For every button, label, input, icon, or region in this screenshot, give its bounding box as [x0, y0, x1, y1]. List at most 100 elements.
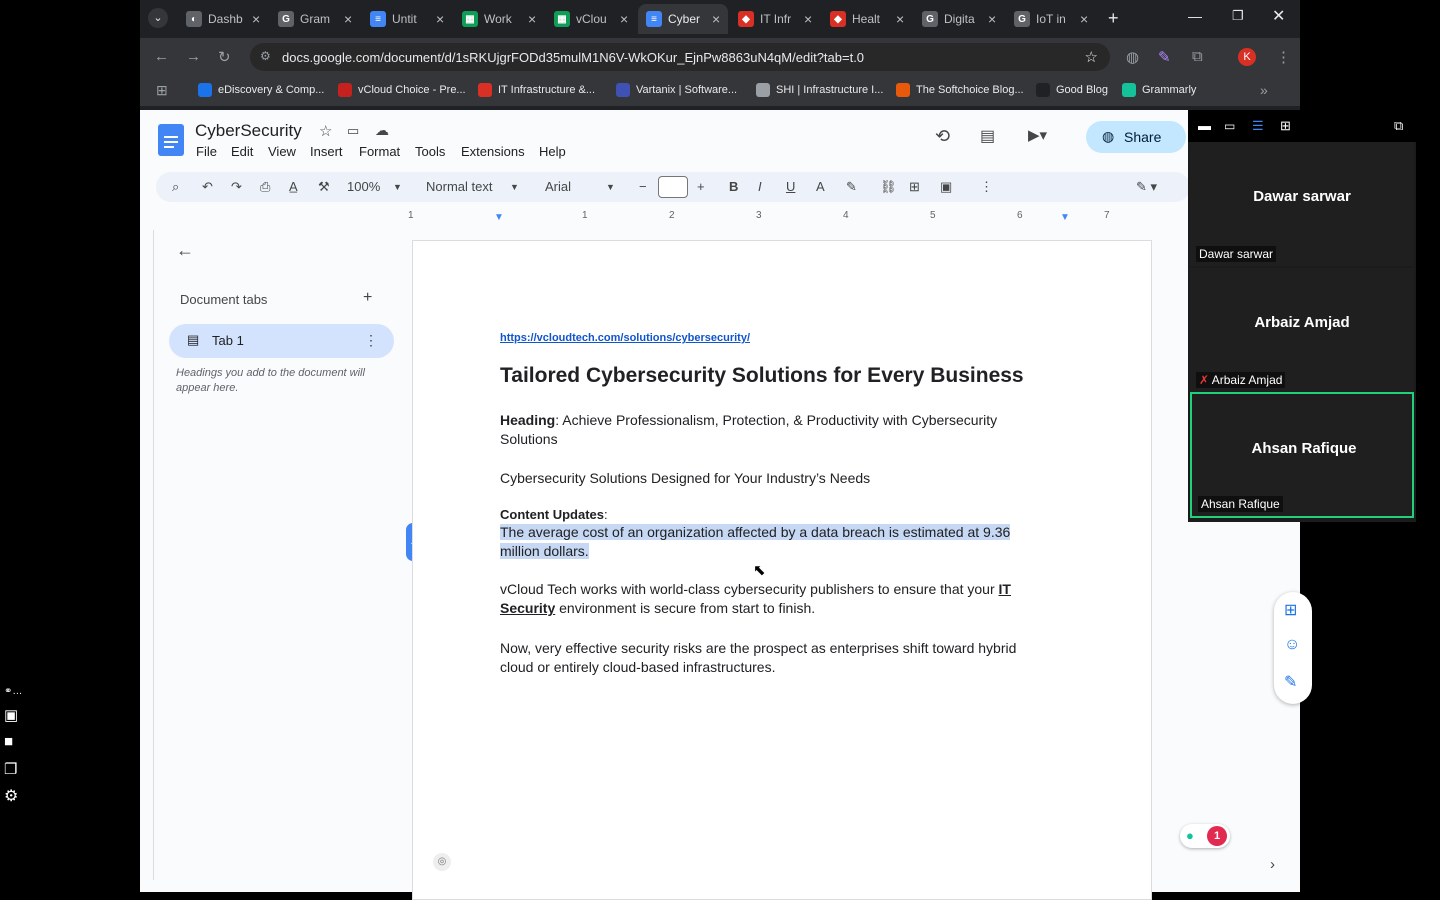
version-history-icon[interactable]: ⟲ — [935, 126, 950, 147]
bookmark-item[interactable]: Good Blog — [1036, 83, 1108, 97]
forward-icon[interactable]: → — [186, 48, 201, 65]
bookmark-item[interactable]: vCloud Choice - Pre... — [338, 83, 466, 97]
browser-tab[interactable]: G Digita × — [914, 6, 1004, 32]
bookmark-item[interactable]: SHI | Infrastructure I... — [756, 83, 883, 97]
close-tab-icon[interactable]: × — [988, 11, 996, 27]
expand-side-panel-icon[interactable]: › — [1270, 856, 1275, 873]
comments-icon[interactable]: ▤ — [980, 126, 995, 146]
search-menus-icon[interactable]: ⌕ — [172, 179, 179, 195]
paint-format-icon[interactable]: ⚒ — [318, 179, 330, 195]
strip-view-icon[interactable]: ☰ — [1252, 118, 1264, 134]
extensions-icon[interactable]: ⧉ — [1192, 48, 1203, 65]
bookmark-item[interactable]: eDiscovery & Comp... — [198, 83, 324, 97]
tab-options-icon[interactable]: ⋮ — [364, 332, 378, 349]
speaker-view-icon[interactable]: ▭ — [1224, 119, 1235, 133]
underline-icon[interactable]: U — [786, 179, 795, 194]
browser-tab[interactable]: ◆ Healt × — [822, 6, 912, 32]
text-color-icon[interactable]: A — [816, 179, 825, 194]
zoom-select[interactable]: 100% — [347, 179, 380, 194]
extension-globe-icon[interactable]: ◍ — [1126, 48, 1139, 66]
close-tab-icon[interactable]: × — [896, 11, 904, 27]
doc-title[interactable]: CyberSecurity — [195, 121, 302, 141]
browser-tab[interactable]: ≡ Untit × — [362, 6, 452, 32]
participant-tile[interactable]: Arbaiz Amjad ✗ Arbaiz Amjad — [1190, 268, 1414, 392]
settings-gear-icon[interactable]: ⚙ — [4, 786, 18, 806]
close-tab-icon[interactable]: × — [1080, 11, 1088, 27]
link-icon[interactable]: ⛓ — [880, 179, 897, 195]
browser-tab[interactable]: ◐ Dashb × — [178, 6, 268, 32]
menu-file[interactable]: File — [196, 144, 217, 159]
address-bar[interactable]: ⚙ docs.google.com/document/d/1sRKUjgrFOD… — [250, 43, 1110, 71]
emoji-reaction-icon[interactable]: ☺ — [1284, 636, 1300, 654]
participant-tile-active-speaker[interactable]: Ahsan Rafique Ahsan Rafique — [1190, 392, 1414, 518]
bookmark-item[interactable]: Grammarly — [1122, 83, 1196, 97]
add-comment-icon[interactable]: ⊞ — [1284, 600, 1297, 620]
close-tab-icon[interactable]: × — [804, 11, 812, 27]
site-info-icon[interactable]: ⚙ — [260, 49, 271, 63]
add-comment-icon[interactable]: ⊞ — [909, 179, 920, 195]
share-button[interactable]: ◍ Share — [1086, 121, 1186, 153]
menu-help[interactable]: Help — [539, 144, 566, 159]
menu-format[interactable]: Format — [359, 144, 400, 159]
decrease-font-icon[interactable]: − — [639, 179, 647, 194]
bookmarks-overflow-icon[interactable]: » — [1260, 82, 1268, 98]
camera-icon[interactable]: ▣ — [4, 706, 18, 724]
menu-tools[interactable]: Tools — [415, 144, 445, 159]
browser-tab[interactable]: G Gram × — [270, 6, 360, 32]
increase-font-icon[interactable]: + — [697, 179, 705, 194]
tab-search-button[interactable]: ⌄ — [148, 8, 168, 28]
apps-grid-icon[interactable]: ⊞ — [156, 82, 168, 99]
back-icon[interactable]: ← — [154, 48, 169, 65]
right-indent-marker[interactable]: ▼ — [1060, 212, 1070, 223]
highlight-icon[interactable]: ✎ — [846, 179, 857, 195]
browser-tab[interactable]: ▦ Work × — [454, 6, 544, 32]
insert-image-icon[interactable]: ▣ — [940, 179, 952, 195]
move-folder-icon[interactable]: ▭ — [347, 123, 359, 139]
menu-insert[interactable]: Insert — [310, 144, 343, 159]
source-link[interactable]: https://vcloudtech.com/solutions/cyberse… — [500, 329, 1045, 348]
redo-icon[interactable]: ↷ — [231, 179, 242, 195]
close-tab-icon[interactable]: × — [620, 11, 628, 27]
extension-pen-icon[interactable]: ✎ — [1158, 48, 1171, 66]
undo-icon[interactable]: ↶ — [202, 179, 213, 195]
participant-tile[interactable]: Dawar sarwar Dawar sarwar — [1190, 142, 1414, 266]
minimize-button[interactable]: — — [1188, 8, 1202, 24]
link-icon[interactable]: ⚭… — [4, 686, 22, 697]
suggest-edit-icon[interactable]: ✎ — [1284, 672, 1297, 692]
bookmark-item[interactable]: IT Infrastructure &... — [478, 83, 595, 97]
close-tab-icon[interactable]: × — [528, 11, 536, 27]
bookmark-item[interactable]: The Softchoice Blog... — [896, 83, 1024, 97]
font-size-input[interactable] — [658, 176, 688, 198]
meet-icon[interactable]: ▶▾ — [1028, 126, 1047, 144]
style-select[interactable]: Normal text — [426, 179, 492, 194]
star-icon[interactable]: ☆ — [1085, 48, 1098, 66]
bookmark-item[interactable]: Vartanix | Software... — [616, 83, 737, 97]
grammarly-widget[interactable]: ● 1 — [1180, 824, 1230, 848]
italic-icon[interactable]: I — [758, 179, 762, 194]
close-window-button[interactable]: ✕ — [1272, 6, 1285, 26]
back-arrow-icon[interactable]: ← — [176, 240, 194, 261]
close-tab-icon[interactable]: × — [252, 11, 260, 27]
spellcheck-icon[interactable]: A̲ — [289, 179, 298, 194]
fingerprint-icon[interactable]: ◎ — [433, 853, 451, 871]
browser-tab[interactable]: ◆ IT Infr × — [730, 6, 820, 32]
new-tab-button[interactable]: + — [1108, 8, 1119, 29]
browser-tab-active[interactable]: ≡ Cyber × — [638, 4, 728, 34]
close-tab-icon[interactable]: × — [436, 11, 444, 27]
font-select[interactable]: Arial — [545, 179, 571, 194]
window-icon[interactable]: ❐ — [4, 760, 17, 778]
minimize-icon[interactable]: ▬ — [1198, 118, 1211, 133]
bold-icon[interactable]: B — [729, 179, 738, 194]
menu-edit[interactable]: Edit — [231, 144, 253, 159]
reload-icon[interactable]: ↻ — [218, 48, 231, 66]
gallery-view-icon[interactable]: ⊞ — [1280, 118, 1291, 134]
close-tab-icon[interactable]: × — [344, 11, 352, 27]
profile-avatar[interactable]: K — [1238, 48, 1256, 66]
video-icon[interactable]: ■ — [4, 733, 13, 750]
restore-button[interactable]: ❐ — [1232, 8, 1244, 24]
document-page[interactable]: https://vcloudtech.com/solutions/cyberse… — [412, 240, 1152, 900]
star-doc-icon[interactable]: ☆ — [319, 122, 332, 140]
more-options-icon[interactable]: ⋮ — [980, 179, 993, 195]
menu-view[interactable]: View — [268, 144, 296, 159]
menu-extensions[interactable]: Extensions — [461, 144, 525, 159]
